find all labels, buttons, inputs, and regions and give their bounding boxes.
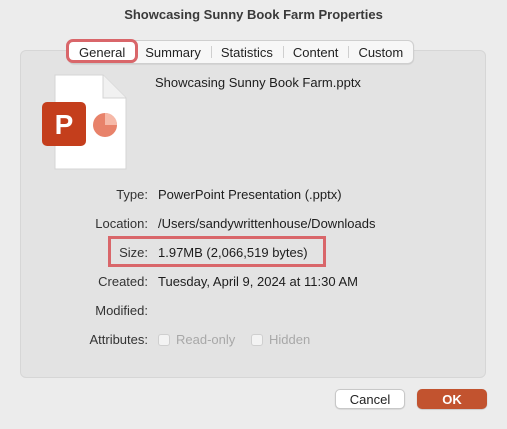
modified-row: Modified:: [0, 303, 507, 321]
window-title: Showcasing Sunny Book Farm Properties: [124, 7, 383, 22]
modified-label: Modified:: [95, 303, 148, 318]
type-row: Type: PowerPoint Presentation (.pptx): [0, 187, 507, 205]
size-label: Size:: [119, 245, 148, 260]
hidden-checkbox[interactable]: Hidden: [251, 332, 310, 347]
location-row: Location: /Users/sandywrittenhouse/Downl…: [0, 216, 507, 234]
location-label: Location:: [95, 216, 148, 231]
created-value: Tuesday, April 9, 2024 at 11:30 AM: [158, 274, 358, 289]
tab-bar: General Summary Statistics Content Custo…: [68, 40, 415, 64]
tab-summary[interactable]: Summary: [135, 41, 211, 63]
cancel-button[interactable]: Cancel: [335, 389, 405, 409]
tab-content[interactable]: Content: [282, 41, 349, 63]
read-only-checkbox-box[interactable]: [158, 333, 170, 346]
file-name: Showcasing Sunny Book Farm.pptx: [155, 75, 361, 90]
read-only-label: Read-only: [176, 332, 236, 347]
created-label: Created:: [98, 274, 148, 289]
powerpoint-logo-letter: P: [55, 109, 74, 140]
attributes-label: Attributes:: [89, 332, 148, 347]
ok-button[interactable]: OK: [417, 389, 487, 409]
location-value: /Users/sandywrittenhouse/Downloads: [158, 216, 376, 231]
tab-custom[interactable]: Custom: [348, 41, 413, 63]
tab-statistics[interactable]: Statistics: [210, 41, 283, 63]
size-value: 1.97MB (2,066,519 bytes): [158, 245, 308, 260]
hidden-checkbox-box[interactable]: [251, 333, 263, 346]
created-row: Created: Tuesday, April 9, 2024 at 11:30…: [0, 274, 507, 292]
powerpoint-file-icon: P: [42, 74, 127, 170]
hidden-label: Hidden: [269, 332, 311, 347]
read-only-checkbox[interactable]: Read-only: [158, 332, 235, 347]
size-row: Size: 1.97MB (2,066,519 bytes): [0, 245, 507, 263]
type-label: Type:: [116, 187, 148, 202]
tab-general[interactable]: General: [69, 41, 136, 63]
type-value: PowerPoint Presentation (.pptx): [158, 187, 342, 202]
